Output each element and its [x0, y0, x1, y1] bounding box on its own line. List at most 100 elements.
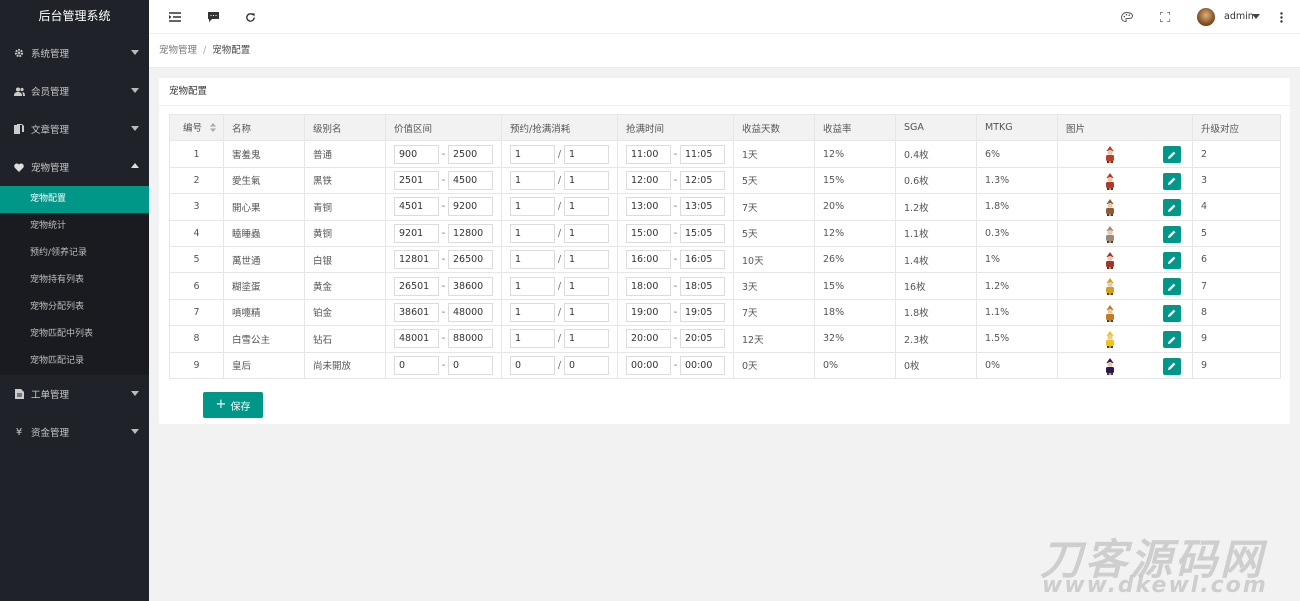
cost-reserve-input[interactable] — [510, 170, 555, 190]
grab-start-input[interactable] — [626, 329, 671, 349]
edit-image-button[interactable] — [1163, 357, 1181, 375]
more-icon[interactable] — [1273, 9, 1289, 25]
message-icon[interactable] — [205, 9, 221, 25]
range-separator: / — [557, 306, 562, 318]
column-header[interactable]: 编号 — [169, 113, 224, 142]
sidebar-item-4[interactable]: 工单管理 — [0, 375, 149, 413]
grab-end-input[interactable] — [680, 144, 725, 164]
theme-icon[interactable] — [1119, 9, 1135, 25]
value-min-input[interactable] — [394, 223, 439, 243]
cost-grab-input[interactable] — [564, 170, 609, 190]
grab-start-input[interactable] — [626, 197, 671, 217]
cost-reserve-input[interactable] — [510, 302, 555, 322]
value-min-input[interactable] — [394, 329, 439, 349]
value-min-input[interactable] — [394, 170, 439, 190]
grab-end-input[interactable] — [680, 276, 725, 296]
submenu-item-1[interactable]: 宠物统计 — [0, 213, 149, 240]
grab-end-input[interactable] — [680, 302, 725, 322]
edit-image-button[interactable] — [1163, 146, 1181, 164]
value-max-input[interactable] — [448, 170, 493, 190]
chevron-down-icon — [131, 126, 139, 131]
grab-start-input[interactable] — [626, 302, 671, 322]
cost-grab-input[interactable] — [564, 276, 609, 296]
cost-grab-input[interactable] — [564, 302, 609, 322]
submenu-item-6[interactable]: 宠物匹配记录 — [0, 348, 149, 375]
value-max-input[interactable] — [448, 197, 493, 217]
submenu-item-5[interactable]: 宠物匹配中列表 — [0, 321, 149, 348]
submenu-item-3[interactable]: 宠物持有列表 — [0, 267, 149, 294]
profit-rate-cell: 12% — [814, 140, 896, 168]
edit-image-button[interactable] — [1163, 225, 1181, 243]
cost-grab-input[interactable] — [564, 329, 609, 349]
avatar[interactable] — [1197, 8, 1215, 26]
grab-end-input[interactable] — [680, 250, 725, 270]
value-max-input[interactable] — [448, 302, 493, 322]
grab-end-input[interactable] — [680, 355, 725, 375]
cost-reserve-input[interactable] — [510, 197, 555, 217]
refresh-icon[interactable] — [242, 9, 258, 25]
cost-grab-input[interactable] — [564, 144, 609, 164]
cost-grab-input[interactable] — [564, 250, 609, 270]
value-min-input[interactable] — [394, 302, 439, 322]
user-dropdown-icon[interactable] — [1252, 14, 1260, 19]
grab-start-input[interactable] — [626, 250, 671, 270]
edit-image-button[interactable] — [1163, 278, 1181, 296]
cost-reserve-input[interactable] — [510, 223, 555, 243]
cost-reserve-input[interactable] — [510, 329, 555, 349]
grab-start-input[interactable] — [626, 170, 671, 190]
value-min-input[interactable] — [394, 276, 439, 296]
range-cell: - — [617, 193, 734, 221]
menu-toggle-icon[interactable] — [167, 9, 183, 25]
cost-reserve-input[interactable] — [510, 355, 555, 375]
sidebar-item-label: 资金管理 — [31, 428, 70, 439]
username[interactable]: admin — [1224, 11, 1254, 22]
grab-start-input[interactable] — [626, 223, 671, 243]
submenu-item-2[interactable]: 预约/领养记录 — [0, 240, 149, 267]
value-min-input[interactable] — [394, 144, 439, 164]
grab-start-input[interactable] — [626, 355, 671, 375]
fullscreen-icon[interactable] — [1157, 9, 1173, 25]
grab-start-input[interactable] — [626, 144, 671, 164]
value-min-input[interactable] — [394, 250, 439, 270]
edit-image-button[interactable] — [1163, 251, 1181, 269]
value-max-input[interactable] — [448, 223, 493, 243]
edit-image-button[interactable] — [1163, 331, 1181, 349]
profit-rate: 0% — [823, 359, 839, 371]
value-max-input[interactable] — [448, 276, 493, 296]
grab-end-input[interactable] — [680, 197, 725, 217]
save-button[interactable]: + 保存 — [203, 392, 263, 418]
grab-end-input[interactable] — [680, 223, 725, 243]
grab-end-input[interactable] — [680, 170, 725, 190]
edit-image-button[interactable] — [1163, 172, 1181, 190]
sidebar-item-2[interactable]: 文章管理 — [0, 110, 149, 148]
edit-image-button[interactable] — [1163, 199, 1181, 217]
cost-grab-input[interactable] — [564, 355, 609, 375]
column-header: MTKG — [976, 113, 1058, 142]
value-max-input[interactable] — [448, 355, 493, 375]
range-cell: - — [617, 245, 734, 274]
sidebar-item-1[interactable]: 会员管理 — [0, 72, 149, 110]
grab-start-input[interactable] — [626, 276, 671, 296]
cost-reserve-input[interactable] — [510, 250, 555, 270]
sidebar-item-5[interactable]: ¥ 资金管理 — [0, 413, 149, 451]
breadcrumb-parent[interactable]: 宠物管理 — [159, 45, 197, 56]
cost-reserve-input[interactable] — [510, 144, 555, 164]
value-max-input[interactable] — [448, 144, 493, 164]
cost-reserve-input[interactable] — [510, 276, 555, 296]
row-id-cell: 6 — [169, 272, 224, 300]
cost-grab-input[interactable] — [564, 197, 609, 217]
sort-icon[interactable] — [210, 122, 217, 135]
value-max-input[interactable] — [448, 250, 493, 270]
edit-image-button[interactable] — [1163, 304, 1181, 322]
upgrade-target: 6 — [1201, 254, 1208, 266]
value-min-input[interactable] — [394, 355, 439, 375]
cost-grab-input[interactable] — [564, 223, 609, 243]
value-max-input[interactable] — [448, 329, 493, 349]
submenu-item-0[interactable]: 宠物配置 — [0, 186, 149, 213]
submenu-item-4[interactable]: 宠物分配列表 — [0, 294, 149, 321]
column-header-label: 编号 — [183, 123, 203, 135]
sidebar-item-3[interactable]: 宠物管理 — [0, 148, 149, 186]
grab-end-input[interactable] — [680, 329, 725, 349]
sidebar-item-0[interactable]: 系统管理 — [0, 34, 149, 72]
value-min-input[interactable] — [394, 197, 439, 217]
